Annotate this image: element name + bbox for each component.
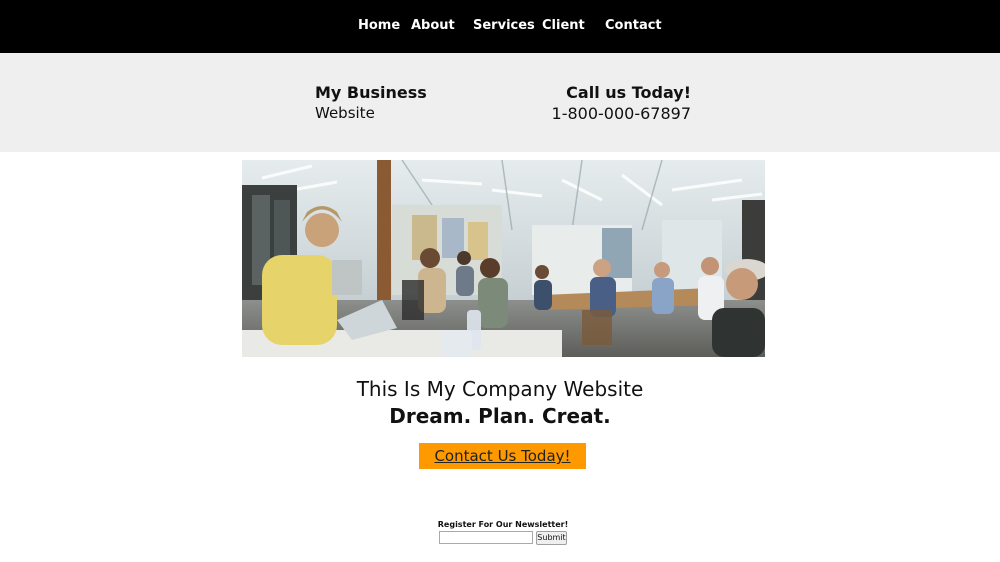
brand-name: My Business (315, 83, 427, 102)
nav-link-client[interactable]: Client (542, 18, 585, 33)
top-navigation-bar: Home About Services Client Contact (0, 0, 1000, 53)
office-meeting-photo-icon (242, 160, 765, 357)
nav-link-home[interactable]: Home (358, 18, 400, 33)
newsletter-submit-button[interactable]: Submit (536, 531, 567, 545)
contact-us-button[interactable]: Contact Us Today! (419, 443, 586, 469)
newsletter-email-input[interactable] (439, 531, 533, 544)
header-band: My Business Website Call us Today! 1-800… (0, 53, 1000, 152)
call-us-title: Call us Today! (566, 83, 691, 102)
hero-image (242, 160, 765, 357)
brand-subtitle: Website (315, 104, 375, 122)
nav-link-contact[interactable]: Contact (605, 18, 662, 33)
page-headline: This Is My Company Website (356, 377, 644, 401)
phone-number: 1-800-000-67897 (551, 104, 691, 123)
nav-link-about[interactable]: About (411, 18, 455, 33)
newsletter-label: Register For Our Newsletter! (437, 520, 569, 529)
page-tagline: Dream. Plan. Creat. (389, 404, 611, 428)
nav-link-services[interactable]: Services (473, 18, 535, 33)
